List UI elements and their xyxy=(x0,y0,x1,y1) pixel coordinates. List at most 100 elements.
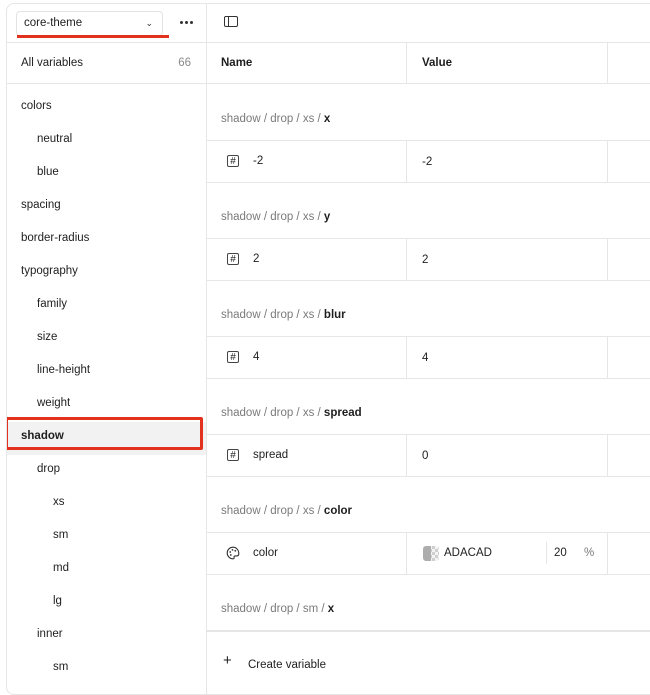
group-item-lg[interactable]: lg xyxy=(7,587,206,620)
group-label: family xyxy=(37,298,68,310)
divider xyxy=(546,542,547,564)
table-row[interactable]: color ADACAD 20 % xyxy=(207,532,650,575)
variable-path: shadow / drop / xs / blur xyxy=(221,309,346,321)
column-divider xyxy=(406,533,407,574)
number-icon: # xyxy=(227,449,239,461)
group-item-line-height[interactable]: line-height xyxy=(7,356,206,389)
column-divider xyxy=(406,239,407,280)
variable-path: shadow / drop / xs / x xyxy=(221,113,330,125)
group-label: typography xyxy=(21,265,78,277)
group-item-family[interactable]: family xyxy=(7,290,206,323)
column-header-name: Name xyxy=(221,57,253,69)
group-item-sm[interactable]: sm xyxy=(7,521,206,554)
group-item-colors[interactable]: colors xyxy=(7,92,206,125)
variable-value[interactable]: 0 xyxy=(422,450,428,462)
path-last: x xyxy=(323,113,331,125)
all-variables-label: All variables xyxy=(21,57,83,69)
group-label: neutral xyxy=(37,133,73,145)
group-label: colors xyxy=(21,100,52,112)
variable-name[interactable]: color xyxy=(253,547,278,559)
group-label: md xyxy=(53,562,69,574)
group-label: shadow xyxy=(21,430,64,442)
theme-selector[interactable]: core-theme ⌄ xyxy=(16,11,163,36)
color-hex-value[interactable]: ADACAD xyxy=(444,547,492,559)
table-row[interactable]: # 4 4 xyxy=(207,336,650,379)
color-swatch[interactable] xyxy=(423,546,439,561)
variable-path: shadow / drop / sm / x xyxy=(221,603,334,615)
variables-panel: core-theme ⌄ All variables 66 colors neu… xyxy=(6,3,650,695)
group-item-weight[interactable]: weight xyxy=(7,389,206,422)
variable-value[interactable]: 2 xyxy=(422,254,428,266)
column-header-value: Value xyxy=(422,57,453,69)
variable-name[interactable]: 2 xyxy=(253,253,259,265)
annotation-underline xyxy=(17,35,169,38)
group-item-neutral[interactable]: neutral xyxy=(7,125,206,158)
path-last: x xyxy=(327,603,335,615)
group-item-border-radius[interactable]: border-radius xyxy=(7,224,206,257)
group-label: inner xyxy=(37,628,63,640)
path-prefix: shadow / drop / xs / xyxy=(221,407,324,419)
column-divider xyxy=(607,533,608,574)
plus-icon: + xyxy=(223,652,232,669)
main-content: Name Value shadow / drop / xs / x # -2 -… xyxy=(207,4,650,694)
variable-path: shadow / drop / xs / color xyxy=(221,505,352,517)
variable-value[interactable]: -2 xyxy=(422,156,432,168)
group-item-drop[interactable]: drop xyxy=(7,455,206,488)
table-row[interactable]: # 2 2 xyxy=(207,238,650,281)
variable-value[interactable]: 4 xyxy=(422,352,428,364)
all-variables-item[interactable]: All variables 66 xyxy=(7,43,206,83)
group-item-size[interactable]: size xyxy=(7,323,206,356)
all-variables-count: 66 xyxy=(178,57,191,69)
table-header: Name Value xyxy=(207,43,650,84)
column-divider xyxy=(607,337,608,378)
column-divider xyxy=(406,435,407,476)
sidebar: core-theme ⌄ All variables 66 colors neu… xyxy=(7,4,207,694)
group-label: weight xyxy=(37,397,71,409)
group-item-spacing[interactable]: spacing xyxy=(7,191,206,224)
group-item-inner-sm[interactable]: sm xyxy=(7,653,206,686)
path-prefix: shadow / drop / sm / xyxy=(221,603,328,615)
group-item-blue[interactable]: blue xyxy=(7,158,206,191)
table-row[interactable]: # -2 -2 xyxy=(207,140,650,183)
opacity-unit: % xyxy=(584,547,595,559)
group-item-typography[interactable]: typography xyxy=(7,257,206,290)
more-options-button[interactable] xyxy=(177,13,197,31)
group-item-xs[interactable]: xs xyxy=(7,488,206,521)
column-divider xyxy=(406,43,407,84)
group-item-md[interactable]: md xyxy=(7,554,206,587)
group-item-inner[interactable]: inner xyxy=(7,620,206,653)
group-label: border-radius xyxy=(21,232,90,244)
number-icon: # xyxy=(227,253,239,265)
create-variable-label: Create variable xyxy=(248,659,326,671)
table-row[interactable]: # spread 0 xyxy=(207,434,650,477)
variable-name[interactable]: 4 xyxy=(253,351,259,363)
path-prefix: shadow / drop / xs / xyxy=(221,211,324,223)
column-divider xyxy=(607,239,608,280)
group-label: sm xyxy=(53,661,69,673)
variable-block: shadow / drop / xs / spread # spread 0 xyxy=(207,378,650,477)
path-last: spread xyxy=(323,407,362,419)
opacity-value[interactable]: 20 xyxy=(554,547,567,559)
divider xyxy=(7,83,206,84)
group-item-shadow[interactable]: shadow xyxy=(7,422,206,455)
group-label: size xyxy=(37,331,58,343)
create-variable-button[interactable]: + Create variable xyxy=(207,631,650,692)
variable-name[interactable]: -2 xyxy=(253,155,263,167)
group-label: lg xyxy=(53,595,62,607)
column-divider xyxy=(406,141,407,182)
more-icon xyxy=(180,21,183,24)
column-divider xyxy=(607,435,608,476)
group-label: line-height xyxy=(37,364,91,376)
sidebar-toggle-icon[interactable] xyxy=(224,16,238,27)
path-last: y xyxy=(323,211,331,223)
group-label: sm xyxy=(53,529,69,541)
variable-block: shadow / drop / xs / x # -2 -2 xyxy=(207,84,650,183)
path-prefix: shadow / drop / xs / xyxy=(221,505,324,517)
variable-block: shadow / drop / xs / blur # 4 4 xyxy=(207,280,650,379)
group-label: xs xyxy=(53,496,65,508)
theme-selector-value: core-theme xyxy=(24,17,83,29)
column-divider xyxy=(607,141,608,182)
toolbar xyxy=(207,4,650,43)
variable-block: shadow / drop / xs / y # 2 2 xyxy=(207,182,650,281)
variable-name[interactable]: spread xyxy=(253,449,288,461)
